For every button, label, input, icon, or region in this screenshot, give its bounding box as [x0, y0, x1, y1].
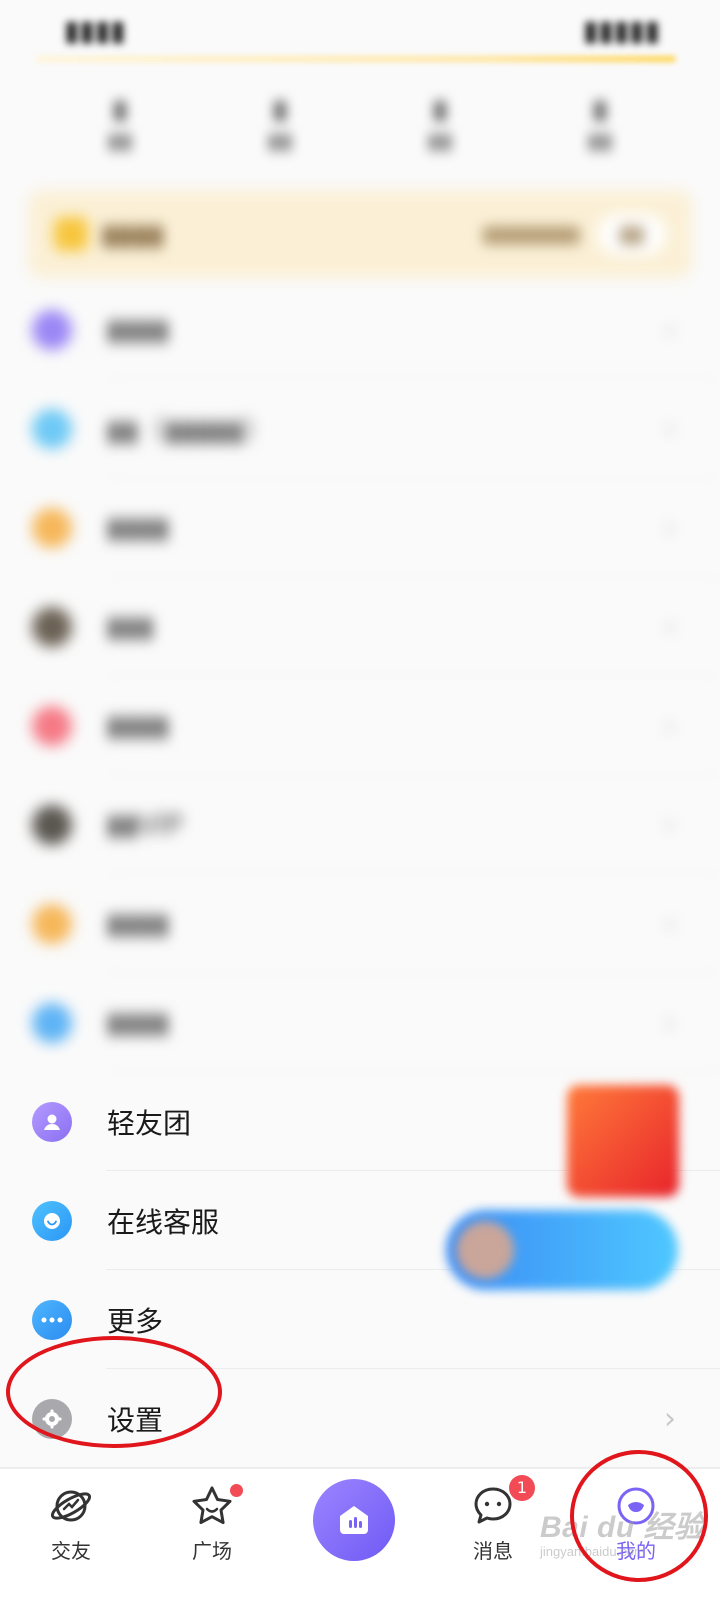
nav-tab-messages[interactable]: 消息 1 [443, 1475, 543, 1564]
floating-ad-banner[interactable] [567, 1085, 679, 1197]
progress-highlight [36, 56, 676, 62]
planet-icon [50, 1490, 92, 1522]
coin-icon [32, 507, 72, 548]
activity-icon [32, 903, 72, 944]
stat-item[interactable]: ▮ ▮▮ [80, 95, 160, 175]
unread-badge: 1 [509, 1475, 535, 1501]
shop-icon [32, 1002, 72, 1043]
floating-live-card[interactable] [446, 1210, 678, 1290]
stat-item[interactable]: ▮ ▮▮ [560, 95, 640, 175]
stat-item[interactable]: ▮ ▮▮ [400, 95, 480, 175]
menu-item[interactable]: ▮▮（▮▮▮▮▮） › [0, 379, 720, 478]
nav-center-voice-button[interactable] [313, 1479, 395, 1561]
nav-label: 交友 [51, 1539, 91, 1563]
more-dots-icon [32, 1299, 72, 1340]
status-bar: ▮▮▮▮ ▮▮▮▮▮ [0, 0, 720, 60]
menu-item[interactable]: ▮▮▮▮ › [0, 973, 720, 1072]
menu-item[interactable]: ▮▮▮▮ › [0, 676, 720, 775]
house-icon [32, 309, 72, 350]
nav-label: 广场 [192, 1539, 232, 1563]
annotation-circle-mine [570, 1450, 708, 1582]
menu-item-label: 在线客服 [107, 1205, 220, 1239]
gift-icon [32, 705, 72, 746]
notification-dot [230, 1484, 243, 1497]
crown-icon [32, 804, 72, 845]
star-icon [192, 1486, 232, 1525]
menu-item[interactable]: ▮▮▮▮ › [0, 280, 720, 379]
person-icon [32, 1101, 72, 1142]
chevron-right-icon: › [664, 1401, 676, 1436]
profile-stats: ▮ ▮▮ ▮ ▮▮ ▮ ▮▮ ▮ ▮▮ [0, 95, 720, 175]
bag-icon [32, 606, 72, 647]
annotation-circle-settings [6, 1336, 222, 1448]
vip-open-button[interactable]: ▮▮ [597, 213, 666, 255]
status-icons: ▮▮▮▮▮ [582, 13, 660, 47]
nav-tab-square[interactable]: 广场 [162, 1483, 262, 1564]
menu-item[interactable]: ▮▮▮▮ › [0, 874, 720, 973]
status-time: ▮▮▮▮ [64, 13, 126, 47]
menu-item-label: 轻友团 [107, 1106, 192, 1140]
menu-item[interactable]: ▮▮VIP › [0, 775, 720, 874]
nav-label: 消息 [473, 1539, 513, 1563]
menu-item-label: 更多 [107, 1304, 164, 1338]
voice-room-icon [340, 1506, 368, 1534]
vip-desc: ▮▮▮▮▮▮▮▮ [482, 221, 580, 247]
vip-title: ▮▮▮▮ [102, 217, 164, 251]
vip-banner[interactable]: ▮▮▮▮ ▮▮▮▮▮▮▮▮ ▮▮ [28, 190, 692, 278]
avatar [456, 1221, 514, 1279]
stat-item[interactable]: ▮ ▮▮ [240, 95, 320, 175]
diamond-icon [32, 408, 72, 449]
diamond-icon [54, 217, 88, 251]
menu-item[interactable]: ▮▮▮ › [0, 577, 720, 676]
nav-tab-friends[interactable]: 交友 [21, 1483, 121, 1564]
menu-item[interactable]: ▮▮▮▮ › [0, 478, 720, 577]
smile-chat-icon [32, 1200, 72, 1241]
